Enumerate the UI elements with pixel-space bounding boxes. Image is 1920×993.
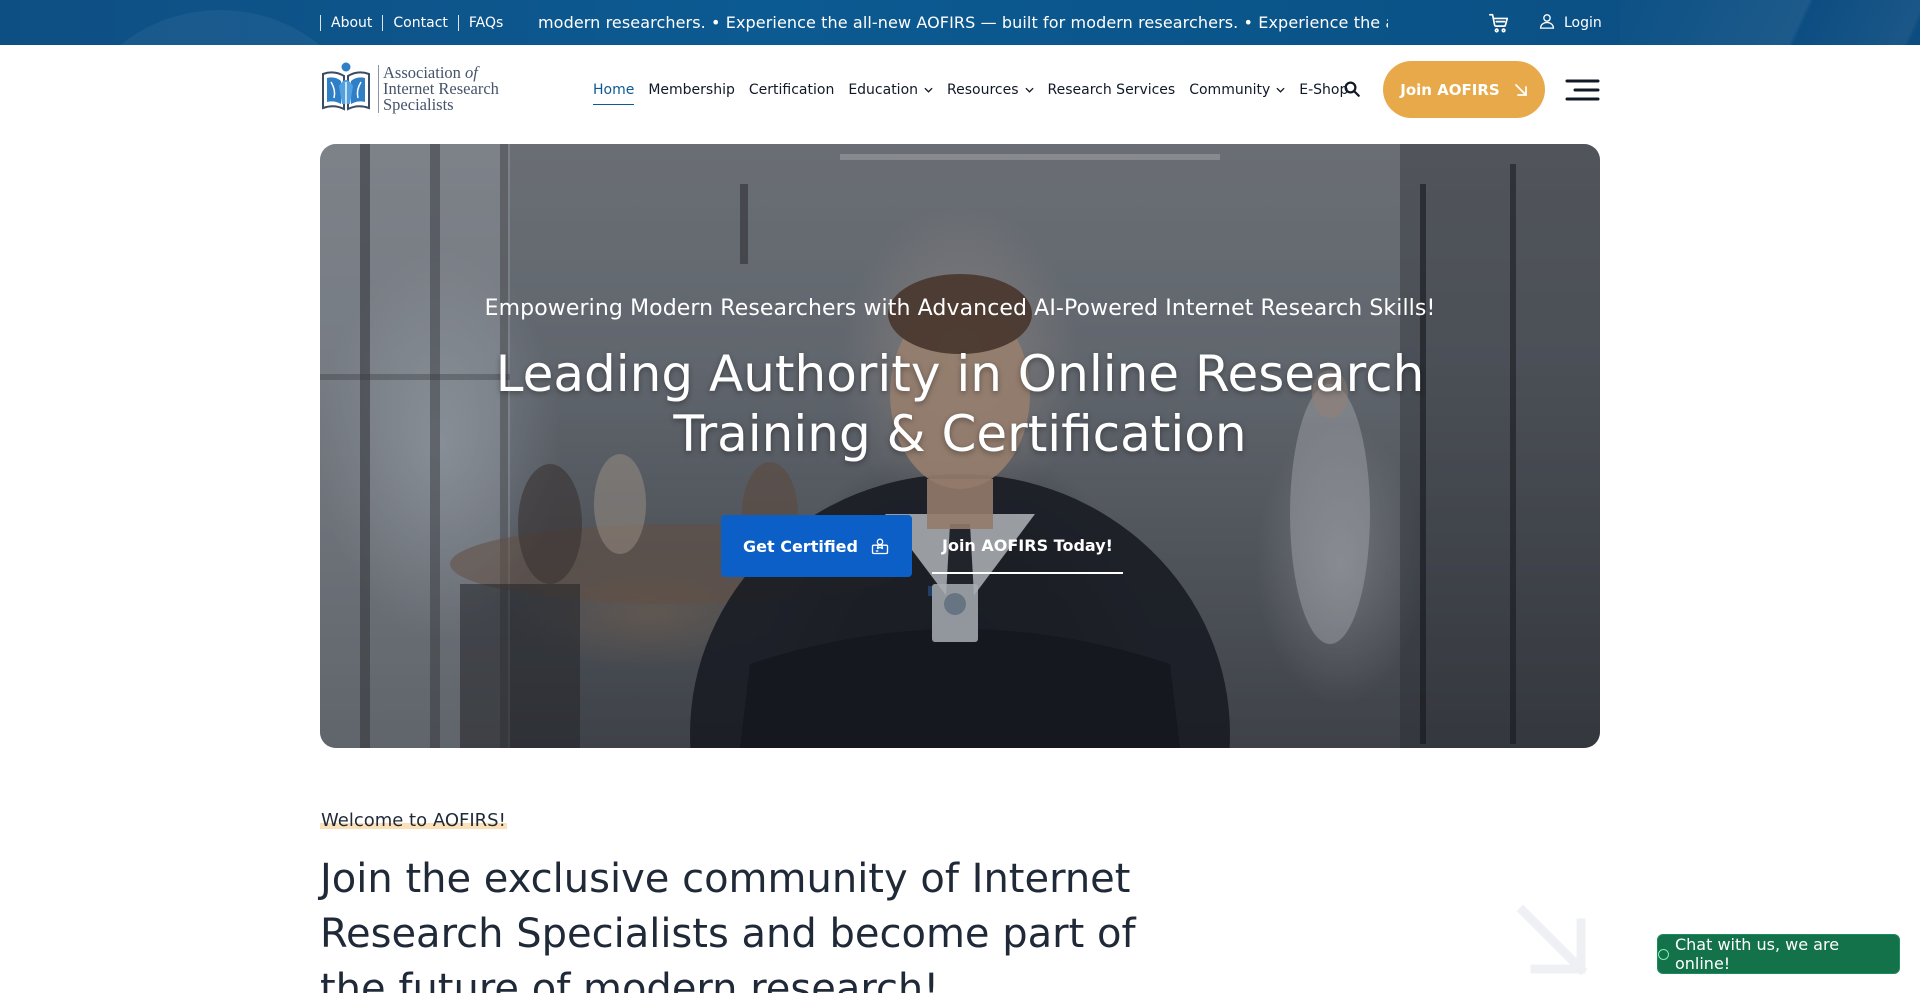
nav-home-label: Home — [593, 82, 635, 98]
nav-community-label: Community — [1189, 82, 1271, 98]
chevron-down-icon — [1024, 87, 1034, 93]
login-button[interactable]: Login — [1538, 0, 1602, 45]
nav-resources-label: Resources — [947, 82, 1019, 98]
arrow-down-right-icon — [1514, 83, 1527, 96]
cart-icon[interactable] — [1488, 12, 1510, 34]
top-link-faqs[interactable]: FAQs — [457, 14, 513, 31]
join-aofirs-button[interactable]: Join AOFIRS — [1383, 61, 1545, 118]
login-label: Login — [1564, 14, 1602, 31]
top-links: About Contact FAQs — [320, 0, 513, 45]
nav-community[interactable]: Community — [1189, 75, 1285, 105]
nav-membership[interactable]: Membership — [648, 75, 735, 105]
nav-certification-label: Certification — [748, 82, 835, 98]
logo-line-3: Specialists — [383, 95, 454, 114]
certificate-icon — [871, 538, 889, 555]
get-certified-button[interactable]: Get Certified — [721, 515, 912, 577]
hero-title: Leading Authority in Online Research Tra… — [495, 345, 1425, 463]
join-today-link[interactable]: Join AOFIRS Today! — [932, 518, 1123, 574]
nav-eshop[interactable]: E-Shop — [1299, 75, 1348, 105]
chevron-down-icon — [1276, 87, 1285, 93]
online-status-icon — [1658, 948, 1669, 960]
welcome-tag: Welcome to AOFIRS! — [320, 810, 507, 831]
top-link-contact[interactable]: Contact — [382, 14, 457, 31]
nav-education[interactable]: Education — [848, 75, 933, 105]
nav-research-services-label: Research Services — [1047, 82, 1176, 98]
nav-resources[interactable]: Resources — [947, 75, 1034, 105]
nav-research-services[interactable]: Research Services — [1048, 75, 1176, 105]
welcome-heading: Join the exclusive community of Internet… — [320, 856, 1136, 993]
user-icon — [1538, 12, 1556, 34]
chevron-down-icon — [924, 87, 933, 93]
book-logo-icon — [320, 60, 372, 118]
nav-membership-label: Membership — [648, 82, 735, 98]
site-logo[interactable]: Association of Internet Research Special… — [320, 61, 515, 117]
top-bar: About Contact FAQs modern researchers. •… — [0, 0, 1920, 45]
announcement-text: modern researchers. • Experience the all… — [538, 13, 1388, 32]
join-aofirs-label: Join AOFIRS — [1400, 80, 1500, 99]
nav-eshop-label: E-Shop — [1299, 82, 1349, 98]
hero-actions: Get Certified Join AOFIRS Today! — [721, 515, 1123, 577]
nav-certification[interactable]: Certification — [749, 75, 834, 105]
arrow-down-right-icon — [1515, 903, 1591, 979]
nav-home[interactable]: Home — [593, 75, 635, 105]
search-icon[interactable] — [1343, 80, 1361, 98]
hero-subtitle: Empowering Modern Researchers with Advan… — [484, 296, 1436, 321]
hero-banner: Empowering Modern Researchers with Advan… — [320, 144, 1600, 748]
chat-widget-label: Chat with us, we are online! — [1674, 935, 1840, 973]
menu-icon[interactable] — [1565, 79, 1600, 101]
main-nav: Home Membership Certification Education … — [593, 45, 1348, 135]
get-certified-label: Get Certified — [743, 536, 858, 556]
chat-widget-button[interactable]: Chat with us, we are online! — [1657, 934, 1900, 974]
nav-education-label: Education — [848, 82, 919, 98]
top-bar-decoration — [1620, 0, 1920, 45]
announcement-marquee: modern researchers. • Experience the all… — [538, 0, 1388, 45]
logo-wordmark: Association of Internet Research Special… — [378, 64, 499, 114]
site-header: Association of Internet Research Special… — [0, 45, 1920, 135]
top-link-about[interactable]: About — [320, 14, 382, 31]
